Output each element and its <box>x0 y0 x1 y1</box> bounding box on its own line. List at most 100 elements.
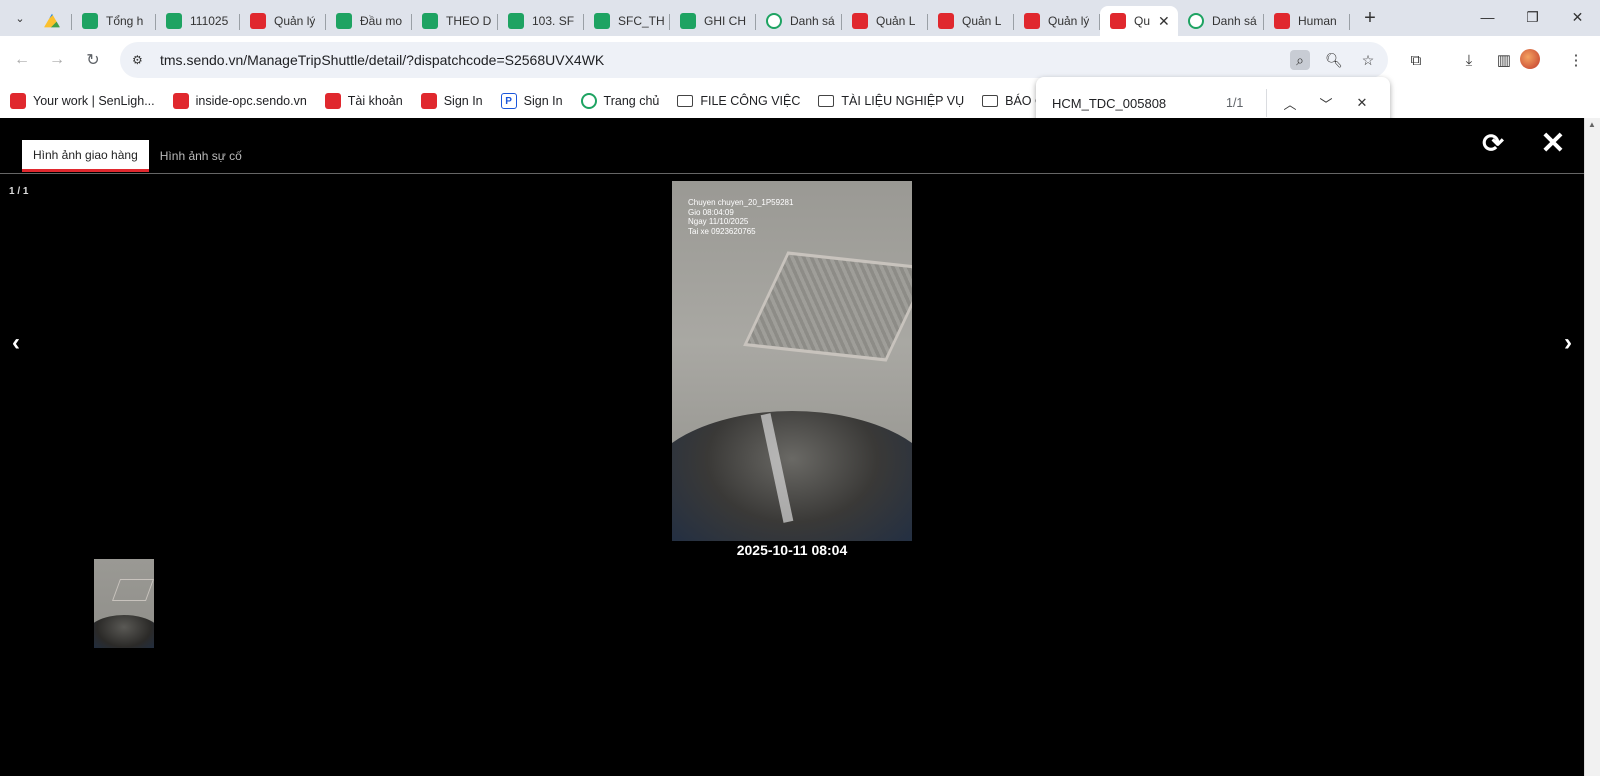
green-ring-icon <box>766 13 782 29</box>
chevron-up-icon: ︿ <box>1283 96 1297 112</box>
sendo-icon <box>1024 13 1040 29</box>
find-count: 1/1 <box>1226 96 1244 110</box>
browser-tab[interactable]: 103. SF <box>498 6 584 36</box>
bookmark-item[interactable]: TÀI LIỆU NGHIỆP VỤ <box>818 94 964 108</box>
tab-title: 103. SF <box>532 14 575 28</box>
sendo-icon <box>172 93 189 109</box>
previous-image-button[interactable]: ‹ <box>4 328 28 358</box>
site-info-icon[interactable]: ⚙ <box>132 53 152 67</box>
bookmark-item[interactable]: FILE CÔNG VIỆC <box>677 94 800 108</box>
close-window-button[interactable]: ✕ <box>1555 0 1600 34</box>
url-text: tms.sendo.vn/ManageTripShuttle/detail/?d… <box>160 52 605 68</box>
bookmark-label: Sign In <box>523 94 563 108</box>
tab-title: Human <box>1298 14 1337 28</box>
bookmark-label: FILE CÔNG VIỆC <box>700 94 801 108</box>
sendo-icon <box>250 13 266 29</box>
browser-tab[interactable]: 111025 <box>156 6 240 36</box>
extensions-icon[interactable]: ⧉ <box>1404 48 1428 72</box>
green-ring-icon <box>580 93 597 109</box>
viewer-tabs: Hình ảnh giao hàng Hình ảnh sự cố <box>22 140 253 172</box>
manhole-cover <box>743 251 912 362</box>
sendo-icon <box>10 93 26 109</box>
bookmark-item[interactable]: Your work | SenLigh... <box>10 93 155 109</box>
close-icon: ✕ <box>1571 8 1584 25</box>
overlay-line: Tai xe 0923620765 <box>688 226 756 236</box>
side-panel-icon[interactable]: ▥ <box>1492 48 1516 72</box>
tab-delivery-images[interactable]: Hình ảnh giao hàng <box>22 140 149 172</box>
forward-button[interactable]: → <box>43 46 71 74</box>
image-counter: 1 / 1 <box>9 186 29 197</box>
browser-tab[interactable]: THEO D <box>412 6 498 36</box>
viewer-close-button[interactable]: ✕ <box>1538 126 1568 160</box>
find-in-page-icon[interactable]: ⌕ <box>1290 50 1310 70</box>
find-input[interactable]: HCM_TDC_005808 <box>1052 96 1212 111</box>
folder-icon <box>818 95 835 107</box>
minimize-icon: — <box>1480 9 1495 25</box>
bookmark-item[interactable]: P Sign In <box>500 93 563 109</box>
browser-tab[interactable] <box>34 6 72 36</box>
reload-button[interactable]: ↻ <box>79 46 107 74</box>
find-divider <box>1266 89 1267 117</box>
minimize-button[interactable]: — <box>1465 0 1510 34</box>
find-close-button[interactable]: ✕ <box>1349 90 1375 116</box>
tab-incident-images[interactable]: Hình ảnh sự cố <box>149 140 253 172</box>
browser-tab[interactable]: Danh sá <box>1178 6 1264 36</box>
bookmark-star-icon[interactable]: ☆ <box>1358 50 1378 70</box>
bookmark-item[interactable]: inside-opc.sendo.vn <box>172 93 307 109</box>
browser-tab[interactable]: Đầu mo <box>326 6 412 36</box>
bookmark-item[interactable]: Sign In <box>420 93 483 109</box>
browser-tab[interactable]: Quản lý <box>1014 6 1100 36</box>
sheets-icon <box>508 13 524 29</box>
back-button[interactable]: ← <box>8 46 36 74</box>
profile-avatar[interactable] <box>1520 49 1540 69</box>
sheets-icon <box>594 13 610 29</box>
scroll-up-icon[interactable]: ▲ <box>1588 120 1596 129</box>
find-previous-button[interactable]: ︿ <box>1277 90 1303 116</box>
browser-tab[interactable]: Qu ✕ <box>1100 6 1178 36</box>
next-image-button[interactable]: › <box>1556 328 1580 358</box>
vertical-scrollbar[interactable]: ▲ <box>1584 118 1600 776</box>
close-icon: ✕ <box>1540 126 1566 160</box>
download-icon[interactable]: ⤓ <box>1457 48 1481 72</box>
chevron-right-icon: › <box>1564 329 1572 356</box>
browser-tab[interactable]: Quản L <box>842 6 928 36</box>
tab-title: GHI CH <box>704 14 746 28</box>
browser-tab[interactable]: GHI CH <box>670 6 756 36</box>
restore-button[interactable]: ❐ <box>1510 0 1555 34</box>
back-arrow-icon: ← <box>14 51 30 68</box>
browser-tab[interactable]: Tổng h <box>72 6 156 36</box>
tab-strip: ⌄ Tổng h 111025 Quản lý Đầu mo THEO D 103. SF… <box>0 0 1600 36</box>
new-tab-button[interactable]: + <box>1356 4 1384 32</box>
bookmark-item[interactable]: Tài khoản <box>324 93 403 109</box>
tab-search-button[interactable]: ⌄ <box>6 4 34 32</box>
tab-title: Qu <box>1134 14 1151 28</box>
browser-tab[interactable]: Danh sá <box>756 6 842 36</box>
overlay-line: Gio 08:04:09 <box>688 207 734 217</box>
menu-icon[interactable]: ⋮ <box>1564 48 1588 72</box>
tab-title: Danh sá <box>1212 14 1257 28</box>
browser-tab[interactable]: Quản lý <box>240 6 326 36</box>
forward-arrow-icon: → <box>49 51 65 68</box>
find-next-button[interactable]: ﹀ <box>1313 90 1339 116</box>
overlay-line: Ngay 11/10/2025 <box>688 217 749 226</box>
photo-timestamp: 2025-10-11 08:04 <box>736 542 848 558</box>
close-tab-icon[interactable]: ✕ <box>1158 13 1170 30</box>
sendo-icon <box>324 93 341 109</box>
tab-title: Quản lý <box>1048 14 1090 28</box>
delivery-photo[interactable]: Chuyen chuyen_20_1P59281 Gio 08:04:09 Ng… <box>672 181 912 541</box>
photo-thumbnail[interactable] <box>94 559 154 648</box>
tab-title: Quản L <box>962 14 1002 28</box>
reload-icon: ↻ <box>86 52 100 69</box>
sendo-icon <box>852 13 868 29</box>
address-bar[interactable]: ⚙ tms.sendo.vn/ManageTripShuttle/detail/… <box>120 42 1388 78</box>
sendo-icon <box>1274 13 1290 29</box>
rotate-button[interactable]: ⟳ <box>1478 128 1508 158</box>
browser-tab[interactable]: Human <box>1264 6 1350 36</box>
thumbnail-vehicle <box>94 615 154 648</box>
zoom-icon[interactable]: 🔍︎ <box>1324 50 1344 70</box>
browser-tab[interactable]: SFC_TH <box>584 6 670 36</box>
sheets-icon <box>82 13 98 29</box>
bookmark-item[interactable]: Trang chủ <box>580 93 659 109</box>
browser-tab[interactable]: Quản L <box>928 6 1014 36</box>
bookmark-label: Sign In <box>443 94 483 108</box>
